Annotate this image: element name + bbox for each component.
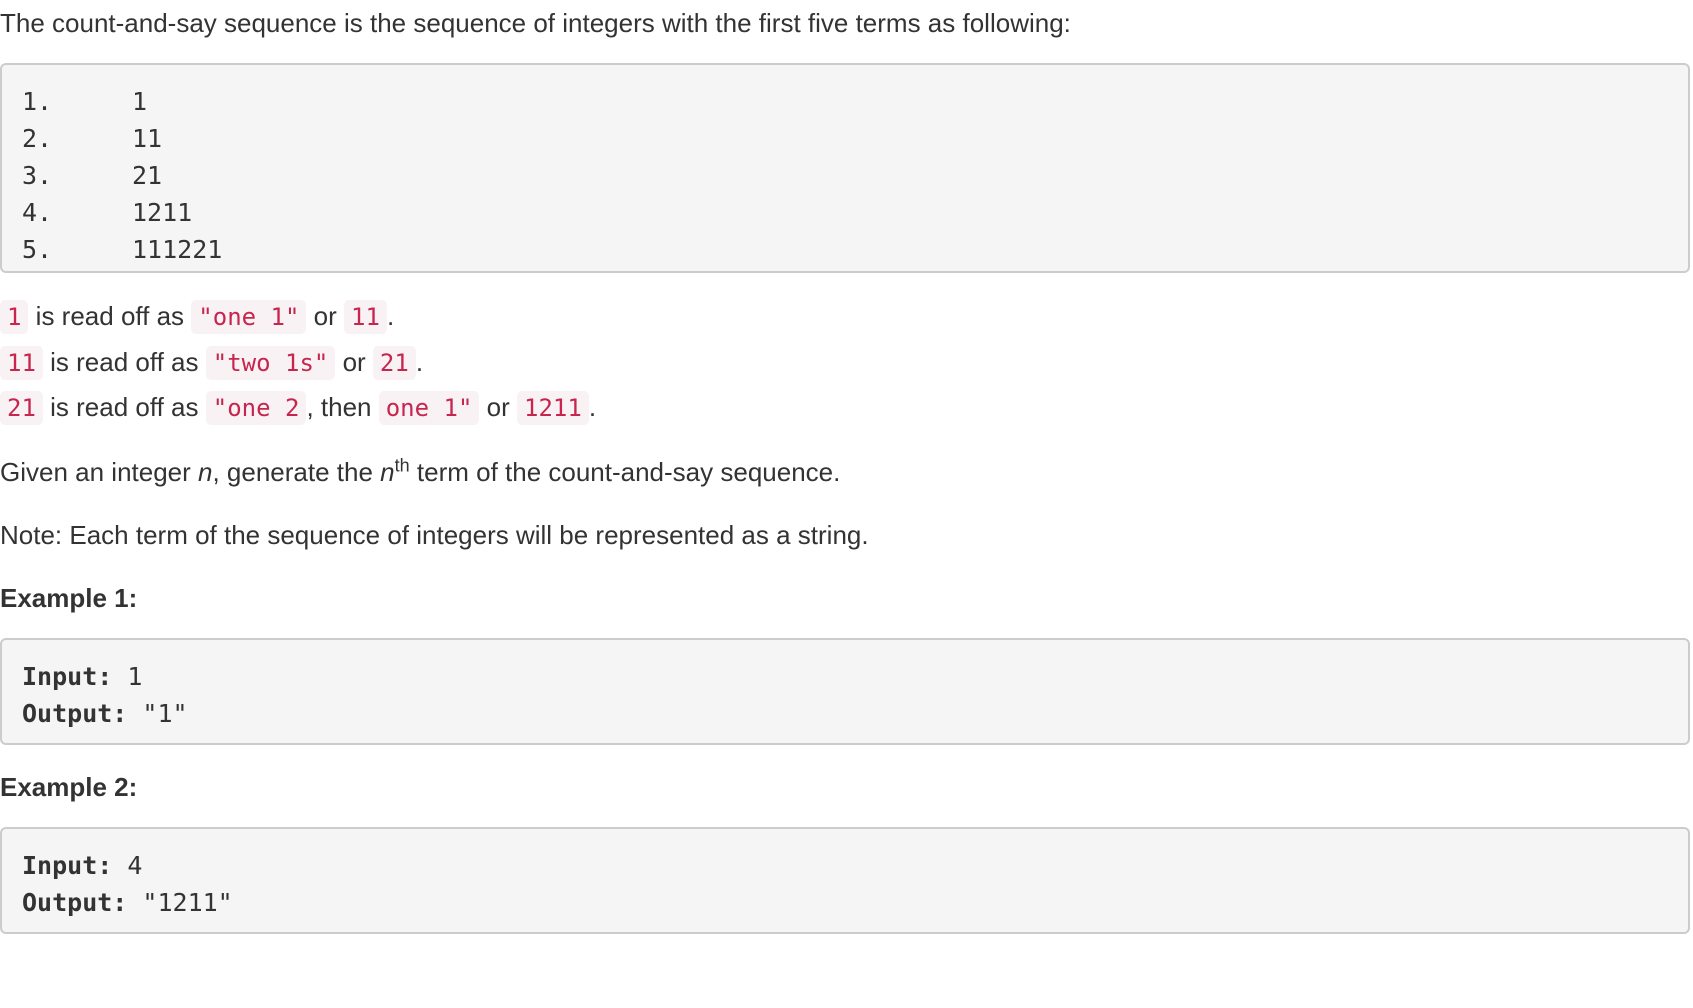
sequence-value: 11 [132,124,163,153]
superscript-th: th [394,455,410,476]
variable-n: n [198,457,213,487]
read-text: is read off as [42,347,206,377]
output-value: "1" [127,699,188,728]
input-value: 4 [112,851,143,880]
sequence-block: 1. 1 2. 11 3. 21 4. 1211 5. 111221 [0,63,1690,273]
inline-code: 21 [372,346,416,380]
read-text: . [415,347,424,377]
input-label: Input: [22,662,113,691]
sequence-row: 5. 111221 [22,231,1688,268]
example-input-line: Input: 4 [22,847,1688,884]
intro-text: The count-and-say sequence is the sequen… [0,8,1071,38]
sequence-value: 21 [132,161,163,190]
inline-code: "two 1s" [205,346,336,380]
sequence-index: 4. [22,198,53,227]
output-value: "1211" [127,888,233,917]
inline-code: 1 [0,300,29,334]
read-text: is read off as [42,392,206,422]
read-text: or [335,347,373,377]
example-output-line: Output: "1211" [22,884,1688,921]
note-text: Note: Each term of the sequence of integ… [0,520,869,550]
example-output-line: Output: "1" [22,695,1688,732]
read-line-3: 21 is read off as "one 2, then one 1" or… [0,385,596,429]
inline-code: one 1" [378,391,480,425]
read-line-2: 11 is read off as "two 1s" or 21. [0,340,423,384]
example-1-heading: Example 1: [0,583,138,613]
sequence-value: 1 [132,87,148,116]
sequence-value: 1211 [132,198,193,227]
example-2-block: Input: 4 Output: "1211" [0,827,1690,934]
sequence-row: 1. 1 [22,83,1688,120]
sequence-row: 2. 11 [22,120,1688,157]
read-text: or [306,301,345,331]
example-1-block: Input: 1 Output: "1" [0,638,1690,745]
input-label: Input: [22,851,113,880]
inline-code: "one 1" [191,300,307,334]
sequence-index: 2. [22,124,53,153]
read-text: or [479,392,518,422]
sequence-index: 1. [22,87,53,116]
inline-code: 11 [0,346,43,380]
inline-code: 21 [0,391,43,425]
inline-code: 11 [344,300,387,334]
sequence-row: 4. 1211 [22,194,1688,231]
read-text: , then [306,392,379,422]
given-text: Given an integer n, generate the nth ter… [0,455,841,487]
read-text: is read off as [28,301,192,331]
inline-code: 1211 [517,391,589,425]
variable-n: n [380,457,395,487]
read-text: . [588,392,597,422]
inline-code: "one 2 [205,391,307,425]
sequence-row: 3. 21 [22,157,1688,194]
sequence-index: 5. [22,235,53,264]
read-line-1: 1 is read off as "one 1" or 11. [0,294,394,338]
input-value: 1 [112,662,143,691]
read-text: . [386,301,395,331]
example-2-heading: Example 2: [0,772,138,802]
sequence-value: 111221 [132,235,223,264]
example-input-line: Input: 1 [22,658,1688,695]
output-label: Output: [22,699,128,728]
sequence-index: 3. [22,161,53,190]
output-label: Output: [22,888,128,917]
